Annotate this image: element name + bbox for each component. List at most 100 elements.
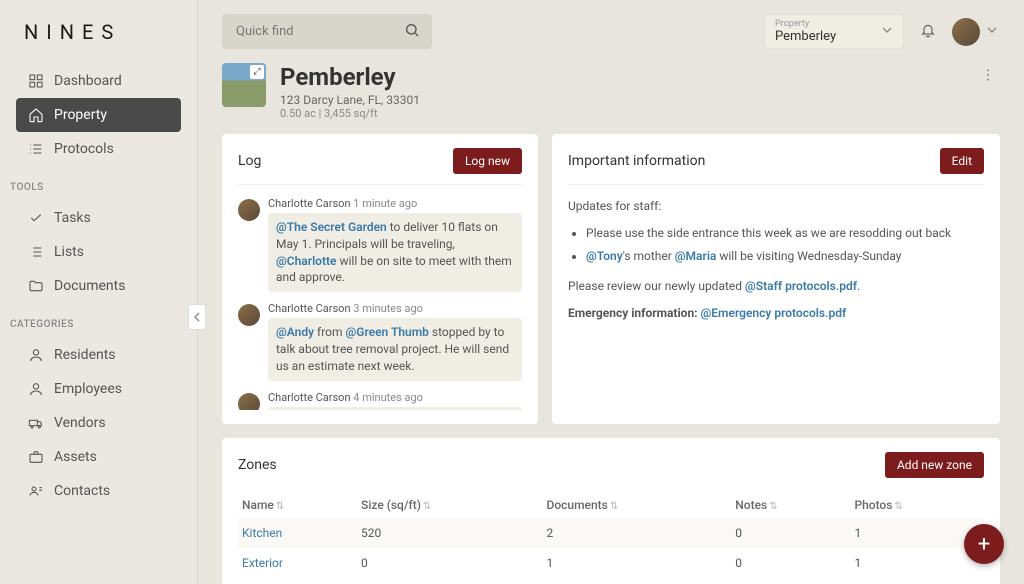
sort-icon: ⇅	[610, 501, 618, 512]
property-thumbnail[interactable]: ⤢	[222, 63, 266, 107]
info-emergency: Emergency information: @Emergency protoc…	[568, 304, 984, 323]
zones-col-header[interactable]: Notes⇅	[731, 492, 850, 518]
sidebar-collapse-button[interactable]	[188, 304, 206, 330]
sidebar-item-tasks[interactable]: Tasks	[16, 201, 181, 235]
sidebar-item-property[interactable]: Property	[16, 98, 181, 132]
user-avatar	[952, 18, 980, 46]
zones-col-header[interactable]: Size (sq/ft)⇅	[357, 492, 542, 518]
sidebar-item-employees[interactable]: Employees	[16, 372, 181, 406]
property-selector-value: Pemberley	[775, 29, 875, 44]
sidebar-item-label: Lists	[54, 244, 84, 260]
categories-heading: CATEGORIES	[10, 319, 187, 330]
info-title: Important information	[568, 153, 705, 169]
mention[interactable]: @Staff protocols.pdf	[745, 279, 857, 293]
log-new-button[interactable]: Log new	[453, 148, 522, 174]
check-icon	[28, 210, 44, 226]
chevron-down-icon	[879, 22, 895, 42]
person-icon	[28, 347, 44, 363]
add-zone-button[interactable]: Add new zone	[885, 452, 984, 478]
log-meta: Charlotte Carson 1 minute ago	[268, 197, 522, 210]
mention[interactable]: @Charlotte	[276, 254, 337, 268]
zones-col-header[interactable]: Name⇅	[238, 492, 357, 518]
zones-row[interactable]: Kitchen520201	[238, 518, 984, 548]
sidebar-item-label: Dashboard	[54, 73, 122, 89]
log-avatar	[238, 199, 260, 221]
contacts-icon	[28, 483, 44, 499]
property-header: ⤢ Pemberley 123 Darcy Lane, FL, 33301 0.…	[222, 63, 1000, 120]
important-info-card: Important information Edit Updates for s…	[552, 134, 1000, 424]
log-message: @The Secret Garden to deliver 10 flats o…	[268, 213, 522, 292]
truck-icon	[28, 415, 44, 431]
mention[interactable]: @The Secret Garden	[276, 220, 387, 234]
sidebar: NINES DashboardPropertyProtocols TOOLS T…	[0, 0, 198, 584]
sidebar-item-label: Assets	[54, 449, 97, 465]
home-icon	[28, 107, 44, 123]
sidebar-item-label: Contacts	[54, 483, 110, 499]
log-avatar	[238, 393, 260, 410]
log-entry: Charlotte Carson 3 minutes ago@Andy from…	[238, 302, 522, 380]
fab-add-button[interactable]: +	[964, 524, 1004, 564]
sidebar-item-label: Protocols	[54, 141, 114, 157]
notifications-button[interactable]	[920, 22, 936, 42]
sort-icon: ⇅	[894, 501, 902, 512]
sidebar-item-residents[interactable]: Residents	[16, 338, 181, 372]
sidebar-item-label: Residents	[54, 347, 116, 363]
sort-icon: ⇅	[769, 501, 777, 512]
expand-icon: ⤢	[250, 65, 264, 79]
info-edit-button[interactable]: Edit	[940, 148, 984, 174]
mention[interactable]: @Andy	[276, 325, 314, 339]
info-bullet: Please use the side entrance this week a…	[586, 224, 984, 243]
log-entry: Charlotte Carson 4 minutes ago Called @Cr…	[238, 391, 522, 410]
zones-table: Name⇅Size (sq/ft)⇅Documents⇅Notes⇅Photos…	[238, 492, 984, 578]
zones-col-header[interactable]: Documents⇅	[543, 492, 732, 518]
sidebar-item-label: Tasks	[54, 210, 91, 226]
sidebar-item-assets[interactable]: Assets	[16, 440, 181, 474]
info-bullet: @Tony's mother @Maria will be visiting W…	[586, 247, 984, 266]
sidebar-item-label: Documents	[54, 278, 125, 294]
info-intro: Updates for staff:	[568, 197, 984, 216]
log-message: Called @Crestron to troubleshoot presets…	[268, 407, 522, 410]
log-message: @Andy from @Green Thumb stopped by to ta…	[268, 318, 522, 380]
search-icon	[404, 22, 420, 42]
zone-link[interactable]: Exterior	[242, 556, 283, 570]
log-meta: Charlotte Carson 4 minutes ago	[268, 391, 522, 404]
sidebar-item-contacts[interactable]: Contacts	[16, 474, 181, 508]
info-review-line: Please review our newly updated @Staff p…	[568, 277, 984, 296]
zones-col-header[interactable]: Photos⇅	[850, 492, 984, 518]
property-selector-label: Property	[775, 19, 875, 29]
user-menu[interactable]	[952, 18, 1000, 46]
zones-row[interactable]: Exterior0101	[238, 548, 984, 578]
brand-logo: NINES	[0, 0, 197, 60]
property-menu-button[interactable]	[976, 63, 1000, 87]
search-box	[222, 14, 432, 49]
property-meta: 0.50 ac | 3,455 sq/ft	[280, 107, 420, 120]
dashboard-icon	[28, 73, 44, 89]
zone-link[interactable]: Kitchen	[242, 526, 282, 540]
mention[interactable]: @Tony	[586, 249, 623, 263]
sidebar-item-label: Vendors	[54, 415, 106, 431]
log-entry: Charlotte Carson 1 minute ago @The Secret…	[238, 197, 522, 292]
mention[interactable]: @Maria	[675, 249, 717, 263]
zones-card: Zones Add new zone Name⇅Size (sq/ft)⇅Doc…	[222, 438, 1000, 584]
sort-icon: ⇅	[423, 501, 431, 512]
log-avatar	[238, 304, 260, 326]
search-input[interactable]	[222, 14, 432, 49]
sidebar-item-dashboard[interactable]: Dashboard	[16, 64, 181, 98]
log-card: Log Log new Charlotte Carson 1 minute ag…	[222, 134, 538, 424]
list-ordered-icon	[28, 141, 44, 157]
property-selector[interactable]: Property Pemberley	[764, 14, 904, 49]
sidebar-item-label: Property	[54, 107, 107, 123]
sidebar-item-documents[interactable]: Documents	[16, 269, 181, 303]
sidebar-item-lists[interactable]: Lists	[16, 235, 181, 269]
sidebar-item-vendors[interactable]: Vendors	[16, 406, 181, 440]
plus-icon: +	[978, 532, 990, 557]
dots-vertical-icon	[980, 67, 996, 83]
chevron-left-icon	[189, 309, 205, 325]
sidebar-item-protocols[interactable]: Protocols	[16, 132, 181, 166]
list-icon	[28, 244, 44, 260]
mention[interactable]: @Green Thumb	[346, 325, 429, 339]
mention[interactable]: @Emergency protocols.pdf	[701, 306, 847, 320]
chevron-down-icon	[984, 22, 1000, 42]
zones-title: Zones	[238, 457, 277, 473]
sidebar-item-label: Employees	[54, 381, 122, 397]
